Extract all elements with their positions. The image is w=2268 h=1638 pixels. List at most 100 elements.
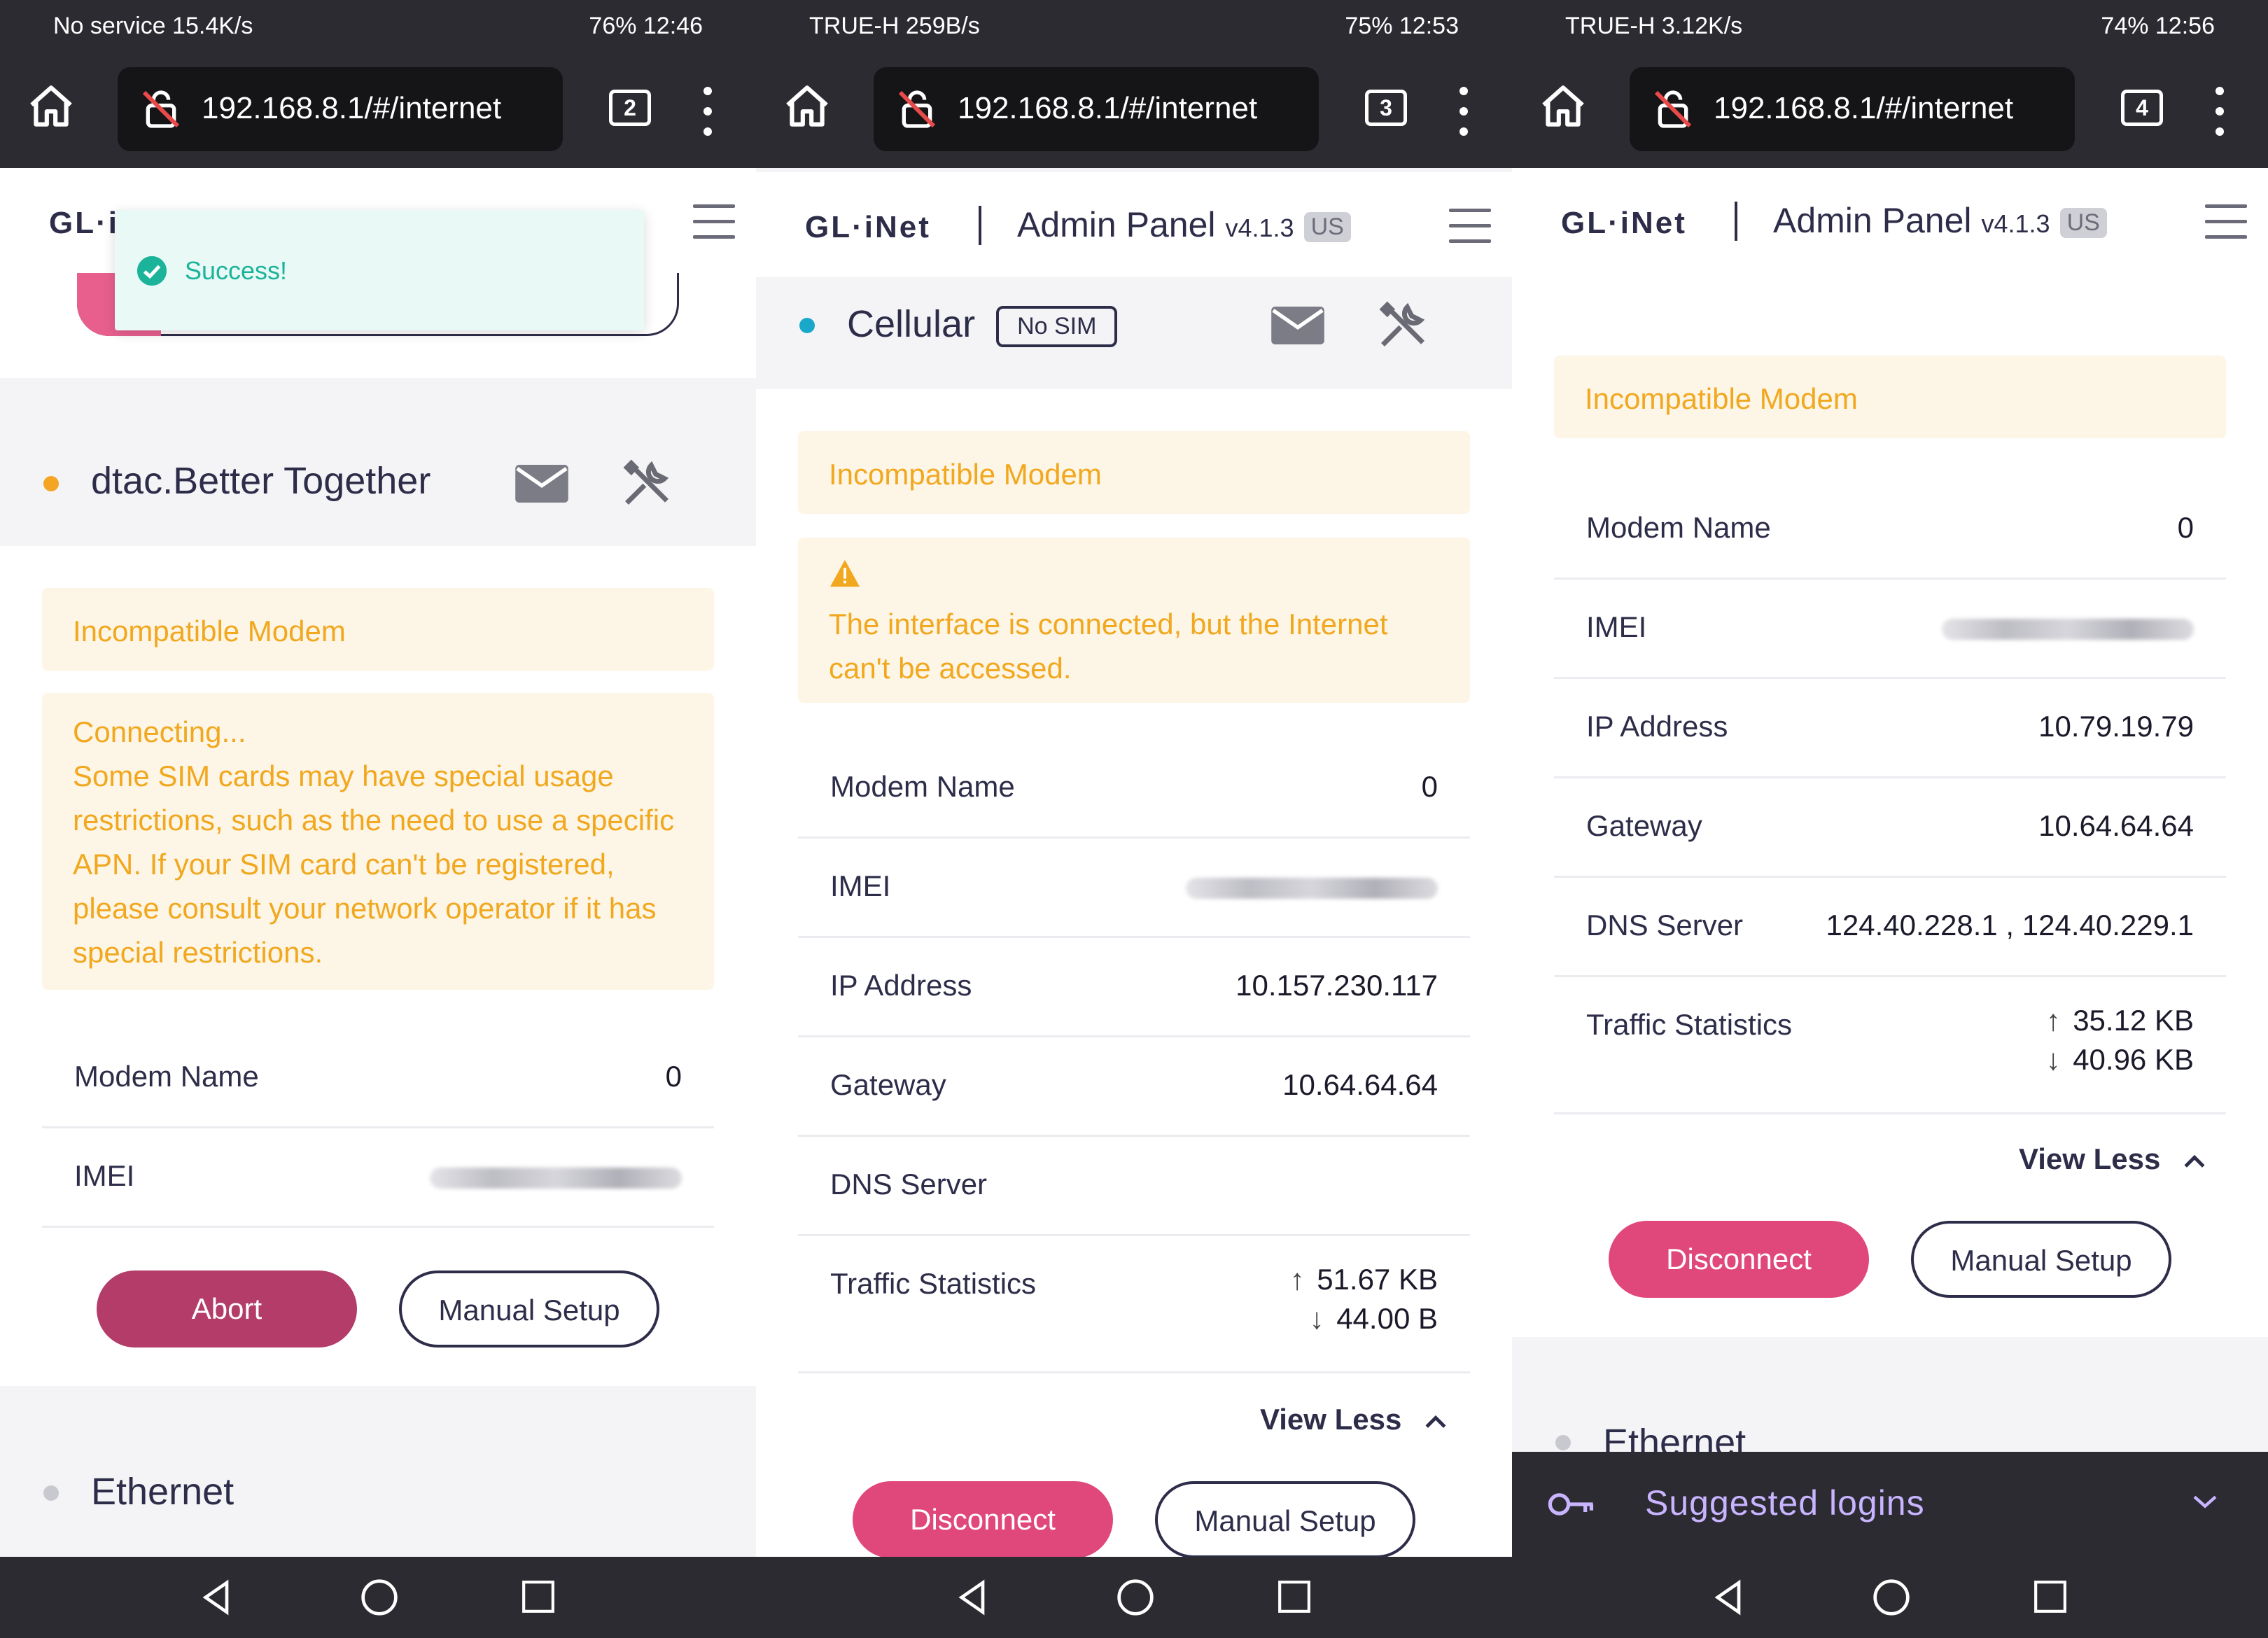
screen-panel-2: TRUE-H 259B/s 75% 12:53 192.168.8.1/#/in…	[756, 0, 1512, 1638]
more-vert-icon[interactable]	[2216, 87, 2225, 136]
browser-toolbar: 192.168.8.1/#/internet 2	[0, 60, 756, 158]
row-key: Traffic Statistics	[1586, 1008, 1793, 1041]
address-bar[interactable]: 192.168.8.1/#/internet	[118, 67, 563, 151]
traffic-values: ↑ 51.67 KB ↓ 44.00 B	[1284, 1260, 1438, 1338]
tabs-icon[interactable]: 2	[609, 90, 651, 126]
card-title: Cellular No SIM	[847, 302, 1118, 348]
check-circle-icon	[136, 255, 167, 286]
header-divider	[979, 206, 981, 245]
suggested-logins-label: Suggested logins	[1645, 1483, 1925, 1522]
row-key: IMEI	[74, 1159, 135, 1192]
disconnect-button[interactable]: Disconnect	[1609, 1221, 1869, 1298]
manual-setup-button[interactable]: Manual Setup	[1155, 1481, 1415, 1558]
tabs-icon[interactable]: 3	[1365, 90, 1407, 126]
traffic-up: 35.12 KB	[2073, 1004, 2194, 1037]
row-key: Gateway	[830, 1068, 946, 1101]
nav-recent-icon[interactable]	[1277, 1579, 1312, 1614]
warning-message: The interface is connected, but the Inte…	[829, 608, 1388, 685]
nav-home-icon[interactable]	[360, 1578, 399, 1617]
info-row: IMEI	[1554, 580, 2226, 679]
nav-home-icon[interactable]	[1872, 1578, 1911, 1617]
url-text[interactable]: 192.168.8.1/#/internet	[1714, 91, 2013, 126]
system-navbar	[0, 1557, 756, 1638]
warning-title: Incompatible Modem	[1554, 356, 2226, 438]
success-toast: Success!	[115, 210, 644, 330]
manual-setup-button[interactable]: Manual Setup	[399, 1270, 659, 1348]
envelope-icon[interactable]	[515, 465, 568, 503]
nav-back-icon[interactable]	[197, 1578, 237, 1617]
row-key: IMEI	[830, 869, 891, 902]
status-dot	[43, 476, 59, 491]
warning-message: Connecting... Some SIM cards may have sp…	[42, 693, 714, 990]
more-vert-icon[interactable]	[1460, 87, 1469, 136]
lock-off-icon[interactable]	[895, 87, 939, 132]
tools-icon[interactable]	[620, 456, 673, 510]
card-title: Ethernet	[91, 1471, 234, 1513]
traffic-row: Traffic Statistics ↑ 35.12 KB ↓ 40.96 KB	[1554, 977, 2226, 1114]
page-header: GL·iNet Admin Panel v4.1.3 US	[1512, 168, 2268, 273]
envelope-icon[interactable]	[1271, 307, 1324, 344]
system-navbar	[1512, 1557, 2268, 1638]
row-key: Gateway	[1586, 809, 1702, 842]
row-key: IMEI	[1586, 610, 1647, 643]
view-less-link[interactable]: View Less	[2019, 1142, 2206, 1176]
screen-panel-3: TRUE-H 3.12K/s 74% 12:56 192.168.8.1/#/i…	[1512, 0, 2268, 1638]
home-icon[interactable]	[25, 81, 77, 133]
suggested-logins-bar[interactable]: Suggested logins	[1512, 1452, 2268, 1557]
nav-home-icon[interactable]	[1116, 1578, 1155, 1617]
lock-off-icon[interactable]	[1651, 87, 1695, 132]
nav-recent-icon[interactable]	[2033, 1579, 2068, 1614]
card-header: dtac.Better Together	[0, 420, 756, 546]
status-dot	[1555, 1435, 1571, 1450]
view-less-link[interactable]: View Less	[1260, 1403, 1448, 1436]
info-row: Gateway 10.64.64.64	[798, 1037, 1470, 1137]
chevron-up-icon	[1425, 1415, 1446, 1428]
status-left: TRUE-H 259B/s	[809, 13, 980, 39]
more-vert-icon[interactable]	[704, 87, 713, 136]
warning-title: Incompatible Modem	[42, 588, 714, 671]
traffic-down: 40.96 KB	[2073, 1043, 2194, 1076]
info-row: Modem Name 0	[798, 739, 1470, 839]
url-text[interactable]: 192.168.8.1/#/internet	[202, 91, 501, 126]
tools-icon[interactable]	[1376, 298, 1429, 351]
url-text[interactable]: 192.168.8.1/#/internet	[958, 91, 1257, 126]
nav-recent-icon[interactable]	[521, 1579, 556, 1614]
page-header: GL·iNet Admin Panel v4.1.3 US	[756, 172, 1512, 277]
disconnect-button[interactable]: Disconnect	[853, 1481, 1113, 1558]
status-right: 74% 12:56	[2101, 13, 2215, 39]
hamburger-icon[interactable]	[2205, 204, 2247, 239]
status-right: 75% 12:53	[1345, 13, 1459, 39]
status-dot	[799, 318, 815, 333]
chevron-down-icon[interactable]	[2191, 1491, 2219, 1512]
row-value: 10.79.19.79	[2038, 710, 2194, 743]
admin-panel-title: Admin Panel v4.1.3 US	[1017, 204, 1351, 245]
manual-setup-button[interactable]: Manual Setup	[1911, 1221, 2171, 1298]
hamburger-icon[interactable]	[1449, 209, 1491, 244]
traffic-down: 44.00 B	[1336, 1302, 1438, 1335]
lock-off-icon[interactable]	[139, 87, 183, 132]
row-value: 10.64.64.64	[2038, 809, 2194, 842]
row-key: IP Address	[830, 969, 972, 1002]
row-value: 0	[1421, 770, 1438, 803]
abort-button[interactable]: Abort	[97, 1270, 357, 1348]
browser-toolbar: 192.168.8.1/#/internet 4	[1512, 60, 2268, 158]
home-icon[interactable]	[1537, 81, 1589, 133]
key-icon	[1548, 1493, 1594, 1516]
address-bar[interactable]: 192.168.8.1/#/internet	[874, 67, 1319, 151]
admin-label: Admin Panel	[1773, 201, 1972, 240]
region-badge: US	[2059, 208, 2107, 239]
row-value: 10.157.230.117	[1236, 969, 1438, 1002]
home-icon[interactable]	[781, 81, 833, 133]
hamburger-icon[interactable]	[693, 204, 735, 239]
view-less-label: View Less	[1260, 1403, 1402, 1436]
imei-blurred-value	[1186, 878, 1438, 899]
address-bar[interactable]: 192.168.8.1/#/internet	[1630, 67, 2075, 151]
row-value: 124.40.228.1 , 124.40.229.1	[1826, 909, 2194, 941]
cellular-card: Incompatible Modem Connecting... Some SI…	[0, 546, 756, 1386]
nav-back-icon[interactable]	[1709, 1578, 1749, 1617]
chevron-up-icon	[2184, 1154, 2205, 1168]
tabs-icon[interactable]: 4	[2121, 90, 2163, 126]
arrow-down-icon: ↓	[2045, 1043, 2061, 1076]
status-left: TRUE-H 3.12K/s	[1565, 13, 1743, 39]
nav-back-icon[interactable]	[953, 1578, 993, 1617]
